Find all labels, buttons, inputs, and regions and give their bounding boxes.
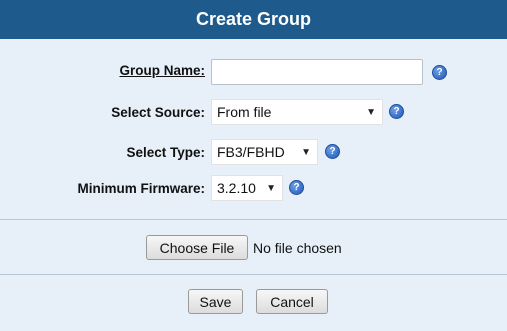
cancel-button[interactable]: Cancel <box>256 289 328 314</box>
file-status-text: No file chosen <box>253 240 342 256</box>
dropdown-caret-icon: ▼ <box>366 106 376 118</box>
firmware-select-value: 3.2.10 <box>217 180 256 196</box>
help-icon[interactable]: ? <box>389 104 404 119</box>
dropdown-caret-icon: ▼ <box>266 182 276 194</box>
choose-file-button[interactable]: Choose File <box>146 235 248 260</box>
source-select[interactable]: From file ▼ <box>211 99 383 125</box>
source-select-value: From file <box>217 104 272 120</box>
help-icon[interactable]: ? <box>289 180 304 195</box>
select-type-label: Select Type: <box>126 145 205 160</box>
help-icon[interactable]: ? <box>432 65 447 80</box>
dialog-title: Create Group <box>0 0 507 39</box>
type-select-value: FB3/FBHD <box>217 144 285 160</box>
minimum-firmware-label: Minimum Firmware: <box>77 181 205 196</box>
help-icon[interactable]: ? <box>325 144 340 159</box>
firmware-select[interactable]: 3.2.10 ▼ <box>211 175 283 201</box>
group-name-input[interactable] <box>211 59 423 85</box>
group-name-label: Group Name: <box>119 63 205 78</box>
save-button[interactable]: Save <box>188 289 243 314</box>
type-select[interactable]: FB3/FBHD ▼ <box>211 139 318 165</box>
divider <box>0 219 507 220</box>
divider <box>0 274 507 275</box>
create-group-dialog: Create Group Group Name: ? Select Source… <box>0 0 507 331</box>
select-source-label: Select Source: <box>111 105 205 120</box>
dropdown-caret-icon: ▼ <box>301 146 311 158</box>
